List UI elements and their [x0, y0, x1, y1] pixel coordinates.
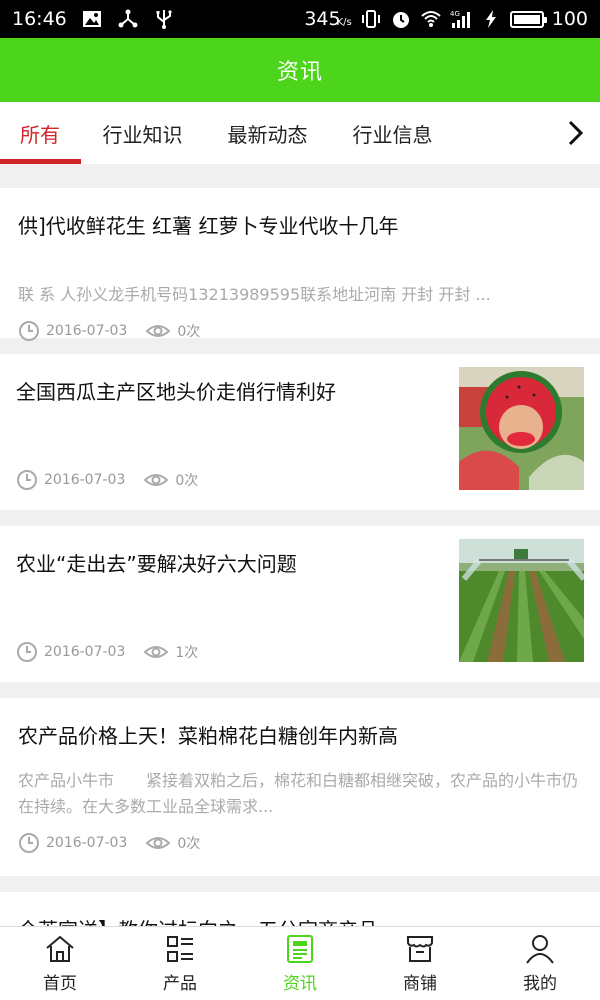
- app-header: 资讯: [0, 38, 600, 102]
- tab-latest-news[interactable]: 最新动态: [205, 102, 330, 164]
- charging-icon: [480, 8, 502, 30]
- network-speed-unit: K/s: [336, 17, 352, 28]
- page-title: 资讯: [276, 60, 323, 85]
- tab-all[interactable]: 所有: [0, 102, 81, 164]
- article-title: 农业“走出去”要解决好六大问题: [16, 552, 297, 576]
- vibrate-icon: [360, 8, 382, 30]
- svg-text:4G: 4G: [450, 10, 460, 18]
- eye-icon: [143, 646, 169, 658]
- article-title: 全国西瓜主产区地头价走俏行情利好: [16, 380, 336, 404]
- nav-home-label: 首页: [43, 974, 77, 994]
- article-views-count: 1次: [175, 645, 199, 661]
- usb-icon: [153, 8, 175, 30]
- eye-icon: [143, 474, 169, 486]
- nav-profile[interactable]: 我的: [480, 927, 600, 1000]
- article-date: 2016-07-03: [44, 644, 126, 660]
- article-summary: 联 系 人孙义龙手机号码13213989595联系地址河南 开封 开封 ...: [18, 285, 491, 304]
- shop-icon: [407, 936, 433, 962]
- nav-news[interactable]: 资讯: [240, 927, 360, 1000]
- article-item[interactable]: 供]代收鲜花生 红薯 红萝卜专业代收十几年 联 系 人孙义龙手机号码132139…: [0, 188, 600, 341]
- article-meta: 2016-07-03 0次: [18, 832, 200, 854]
- article-date: 2016-07-03: [46, 323, 128, 339]
- tab-industry-info[interactable]: 行业信息: [330, 102, 455, 164]
- article-date: 2016-07-03: [44, 472, 126, 488]
- user-icon: [526, 935, 554, 964]
- article-views-count: 0次: [177, 324, 201, 340]
- battery-level: 100: [551, 8, 588, 30]
- image-notification-icon: [81, 8, 103, 30]
- chevron-right-icon[interactable]: [562, 118, 588, 148]
- nav-home[interactable]: 首页: [0, 927, 120, 1000]
- clock-icon: [17, 470, 37, 490]
- eye-icon: [145, 837, 171, 849]
- nav-products[interactable]: 产品: [120, 927, 240, 1000]
- article-date: 2016-07-03: [46, 835, 128, 851]
- news-icon: [287, 935, 313, 963]
- home-icon: [46, 935, 74, 962]
- product-list-icon: [167, 936, 193, 962]
- article-item[interactable]: 农业“走出去”要解决好六大问题 2016-07-03 1次: [0, 526, 600, 682]
- tab-industry-knowledge[interactable]: 行业知识: [80, 102, 205, 164]
- share-notification-icon: [117, 8, 139, 30]
- clock-icon: [17, 642, 37, 662]
- article-item[interactable]: 农产品价格上天！菜粕棉花白糖创年内新高 农产品小牛市 紧接着双粕之后，棉花和白糖…: [0, 698, 600, 876]
- article-title: 供]代收鲜花生 红薯 红萝卜专业代收十几年: [18, 214, 399, 238]
- article-views: 1次: [143, 641, 198, 663]
- wifi-icon: [420, 8, 442, 30]
- eye-icon: [145, 325, 171, 337]
- article-meta: 2016-07-03 0次: [18, 320, 200, 342]
- article-views: 0次: [145, 832, 200, 854]
- battery-icon: [509, 10, 547, 28]
- nav-products-label: 产品: [163, 974, 197, 994]
- article-meta: 2016-07-03 0次: [16, 469, 198, 491]
- category-tabs: 所有 行业知识 最新动态 行业信息: [0, 102, 600, 164]
- article-title: 农产品价格上天！菜粕棉花白糖创年内新高: [18, 724, 398, 748]
- article-views: 0次: [145, 320, 200, 342]
- status-bar: 16:46 345K/s 4G 100: [0, 0, 600, 38]
- alarm-icon: [390, 8, 412, 30]
- farm-field-photo: [459, 539, 584, 662]
- nav-shop-label: 商铺: [403, 974, 437, 994]
- clock-icon: [19, 833, 39, 853]
- article-views-count: 0次: [177, 836, 201, 852]
- article-meta: 2016-07-03 1次: [16, 641, 198, 663]
- article-views-count: 0次: [175, 473, 199, 489]
- watermelon-photo: [459, 367, 584, 490]
- status-time: 16:46: [12, 8, 67, 30]
- nav-news-label: 资讯: [283, 974, 317, 994]
- bottom-navigation: 首页 产品 资讯 商铺 我的: [0, 926, 600, 1000]
- signal-4g-icon: 4G: [450, 8, 472, 30]
- nav-shop[interactable]: 商铺: [360, 927, 480, 1000]
- article-summary: 农产品小牛市 紧接着双粕之后，棉花和白糖都相继突破，农产品的小牛市仍在持续。在大…: [18, 771, 579, 816]
- article-views: 0次: [143, 469, 198, 491]
- nav-profile-label: 我的: [523, 974, 557, 994]
- network-speed: 345K/s: [304, 8, 352, 30]
- clock-icon: [19, 321, 39, 341]
- article-item[interactable]: 全国西瓜主产区地头价走俏行情利好 2016-07-03 0次: [0, 354, 600, 510]
